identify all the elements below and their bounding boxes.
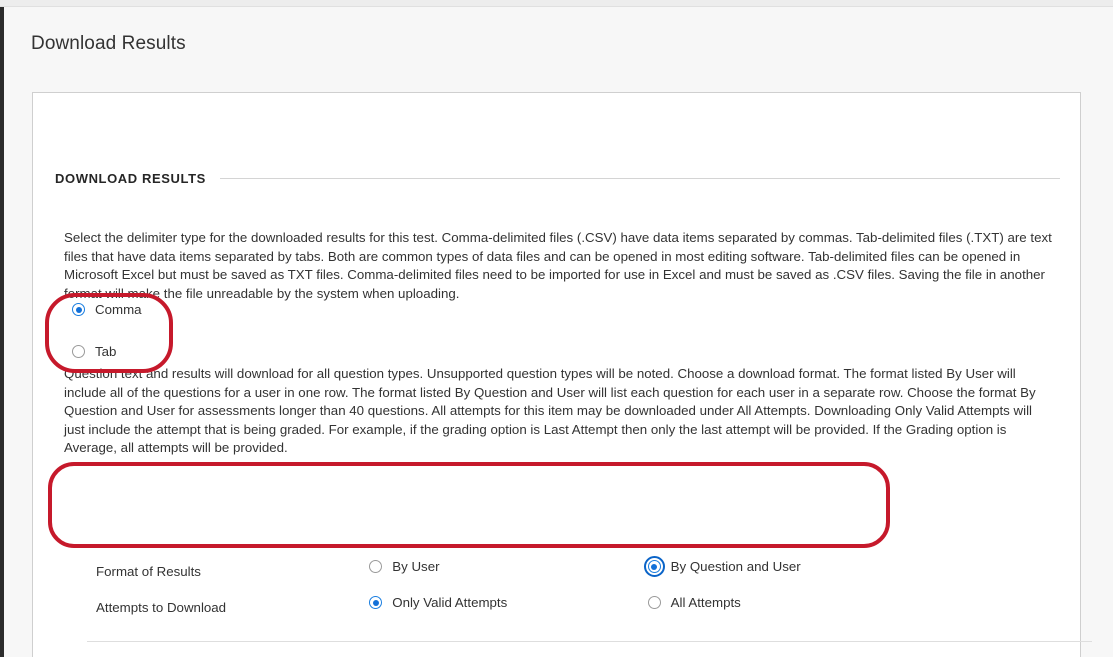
option-by-user[interactable]: By User [369, 559, 647, 574]
option-row-attempts: Attempts to Download Only Valid Attempts… [96, 595, 926, 631]
delimiter-option-tab[interactable]: Tab [72, 343, 142, 360]
delimiter-option-comma-label: Comma [95, 302, 142, 317]
radio-icon-tab[interactable] [72, 345, 85, 358]
radio-icon-all-attempts[interactable] [647, 596, 661, 609]
content-divider [87, 641, 1092, 642]
option-only-valid-attempts-label: Only Valid Attempts [392, 595, 508, 610]
delimiter-description: Select the delimiter type for the downlo… [64, 230, 1052, 301]
option-all-attempts-label: All Attempts [670, 595, 741, 610]
section-heading-label: DOWNLOAD RESULTS [55, 171, 206, 186]
section-header: DOWNLOAD RESULTS [55, 171, 1060, 186]
page-title: Download Results [31, 33, 186, 54]
radio-icon-by-question-and-user[interactable] [643, 556, 665, 577]
delimiter-option-tab-label: Tab [95, 344, 117, 359]
window-top-strip [0, 0, 1113, 7]
option-by-question-and-user-label: By Question and User [670, 559, 801, 574]
option-all-attempts[interactable]: All Attempts [647, 595, 926, 610]
download-results-card: DOWNLOAD RESULTS Select the delimiter ty… [32, 92, 1092, 657]
option-row-format: Format of Results By User By Question an… [96, 556, 926, 595]
option-by-user-label: By User [392, 559, 440, 574]
radio-icon-comma[interactable] [72, 303, 85, 316]
option-by-question-and-user[interactable]: By Question and User [643, 556, 926, 577]
option-label-attempts: Attempts to Download [96, 600, 227, 615]
delimiter-option-comma[interactable]: Comma [72, 301, 142, 318]
download-options: Format of Results By User By Question an… [96, 556, 926, 631]
option-only-valid-attempts[interactable]: Only Valid Attempts [369, 595, 647, 610]
format-description: Question text and results will download … [64, 366, 1036, 456]
section-header-rule [219, 178, 1060, 179]
radio-icon-only-valid-attempts[interactable] [369, 596, 383, 609]
option-label-format: Format of Results [96, 564, 201, 579]
app-screen: Download Results DOWNLOAD RESULTS Select… [0, 0, 1113, 657]
radio-icon-by-user[interactable] [369, 560, 383, 573]
delimiter-radio-group[interactable]: Comma Tab [72, 301, 142, 360]
